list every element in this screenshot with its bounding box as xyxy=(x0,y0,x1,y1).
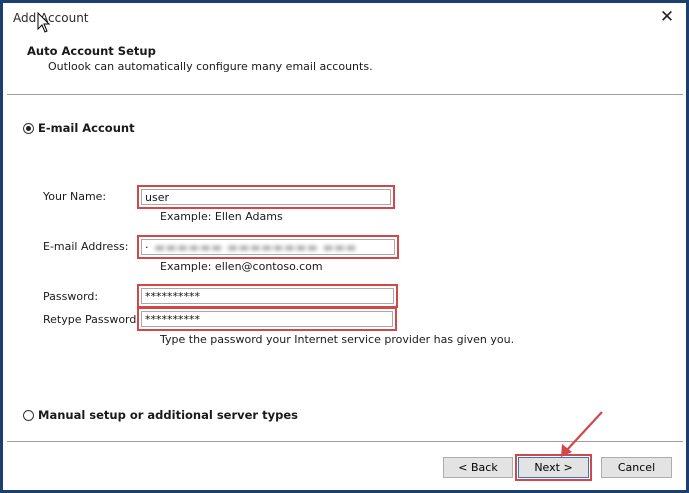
email-account-label: E-mail Account xyxy=(38,121,135,135)
close-icon[interactable]: ✕ xyxy=(654,4,680,30)
email-address-value: · xyxy=(145,240,149,254)
email-address-example: Example: ellen@contoso.com xyxy=(160,260,323,273)
your-name-label: Your Name: xyxy=(43,190,107,203)
email-address-input[interactable]: · ▬▬▬▬▬▬ ▬▬▬▬▬▬▬▬ ▬▬▬ xyxy=(137,235,399,259)
retype-password-input[interactable] xyxy=(137,307,397,331)
page-title: Auto Account Setup xyxy=(27,44,156,58)
header-divider xyxy=(7,94,683,95)
back-button[interactable]: < Back xyxy=(443,457,513,478)
page-subtitle: Outlook can automatically configure many… xyxy=(48,60,373,73)
password-label: Password: xyxy=(43,290,99,303)
your-name-example: Example: Ellen Adams xyxy=(160,210,283,223)
next-button[interactable]: Next > xyxy=(515,454,592,481)
redacted-email-blur: ▬▬▬▬▬▬ ▬▬▬▬▬▬▬▬ ▬▬▬ xyxy=(154,240,358,254)
retype-password-label: Retype Password: xyxy=(43,313,141,326)
manual-setup-option[interactable]: Manual setup or additional server types xyxy=(23,408,298,422)
cancel-button[interactable]: Cancel xyxy=(601,457,672,478)
email-account-radio[interactable] xyxy=(23,122,34,134)
mouse-cursor-icon xyxy=(37,12,51,33)
password-input[interactable] xyxy=(137,284,398,308)
email-address-label: E-mail Address: xyxy=(43,240,129,253)
manual-setup-radio[interactable] xyxy=(23,409,34,421)
password-hint: Type the password your Internet service … xyxy=(160,333,515,346)
email-account-option[interactable]: E-mail Account xyxy=(23,121,135,135)
your-name-input[interactable] xyxy=(137,185,395,209)
manual-setup-label: Manual setup or additional server types xyxy=(38,408,298,422)
footer-divider xyxy=(7,441,683,442)
